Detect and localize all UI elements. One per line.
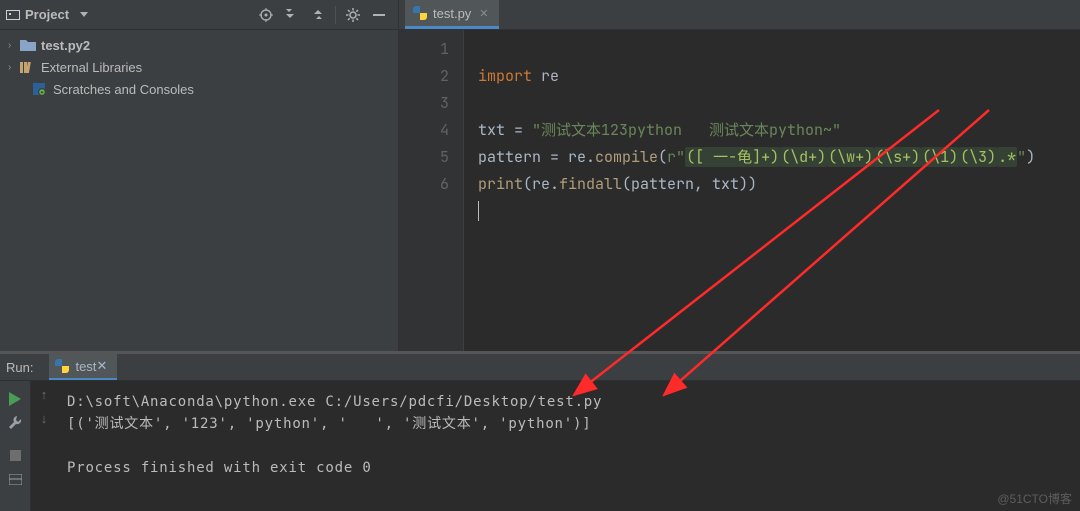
run-tab[interactable]: test ✕	[49, 354, 117, 380]
library-icon	[20, 61, 38, 74]
python-file-icon	[413, 6, 427, 20]
project-title: Project	[25, 7, 69, 22]
editor-tabs: test.py ✕	[399, 0, 1080, 30]
chevron-right-icon: ›	[8, 40, 20, 51]
run-tab-label: test	[75, 359, 96, 374]
tree-label: test.py2	[41, 38, 90, 53]
code-editor[interactable]: import re txt = "测试文本123python 测试文本pytho…	[464, 30, 1080, 351]
run-tool-window: Run: test ✕ ↑ ↓ D:\soft\Anaconda\python.…	[0, 351, 1080, 511]
stop-button[interactable]	[10, 443, 21, 467]
scratch-icon	[32, 82, 50, 96]
editor-tab[interactable]: test.py ✕	[405, 0, 499, 29]
nav-arrows: ↑ ↓	[31, 381, 57, 511]
tree-label: Scratches and Consoles	[53, 82, 194, 97]
gear-icon[interactable]	[344, 6, 362, 24]
collapse-all-icon[interactable]	[309, 6, 327, 24]
close-icon[interactable]: ✕	[96, 358, 107, 374]
python-file-icon	[55, 359, 69, 373]
console-output[interactable]: D:\soft\Anaconda\python.exe C:/Users/pdc…	[57, 381, 1080, 511]
run-toolbar	[0, 381, 31, 511]
expand-all-icon[interactable]	[283, 6, 301, 24]
chevron-right-icon: ›	[8, 62, 20, 73]
up-arrow-icon[interactable]: ↑	[41, 387, 48, 411]
close-icon[interactable]: ✕	[479, 7, 488, 20]
project-dropdown-icon[interactable]	[75, 6, 93, 24]
down-arrow-icon[interactable]: ↓	[41, 411, 48, 435]
tree-item-scratches[interactable]: Scratches and Consoles	[0, 78, 398, 100]
editor-area: test.py ✕ 123456 import re txt = "测试文本12…	[399, 0, 1080, 351]
layout-icon[interactable]	[9, 467, 22, 491]
wrench-icon[interactable]	[8, 411, 22, 435]
project-tree: › test.py2 › External Libraries Scratche…	[0, 30, 398, 351]
run-label: Run:	[6, 360, 33, 375]
project-header: Project	[0, 0, 398, 30]
tree-label: External Libraries	[41, 60, 142, 75]
gutter: 123456	[399, 30, 464, 351]
project-view-icon	[6, 8, 20, 22]
rerun-button[interactable]	[9, 387, 21, 411]
minimize-icon[interactable]	[370, 6, 388, 24]
folder-icon	[20, 39, 38, 52]
tree-item-external-libraries[interactable]: › External Libraries	[0, 56, 398, 78]
locate-icon[interactable]	[257, 6, 275, 24]
project-sidebar: Project › test.py2 ›	[0, 0, 399, 351]
editor-tab-label: test.py	[433, 6, 471, 21]
tree-item-project[interactable]: › test.py2	[0, 34, 398, 56]
watermark: @51CTO博客	[997, 490, 1072, 507]
